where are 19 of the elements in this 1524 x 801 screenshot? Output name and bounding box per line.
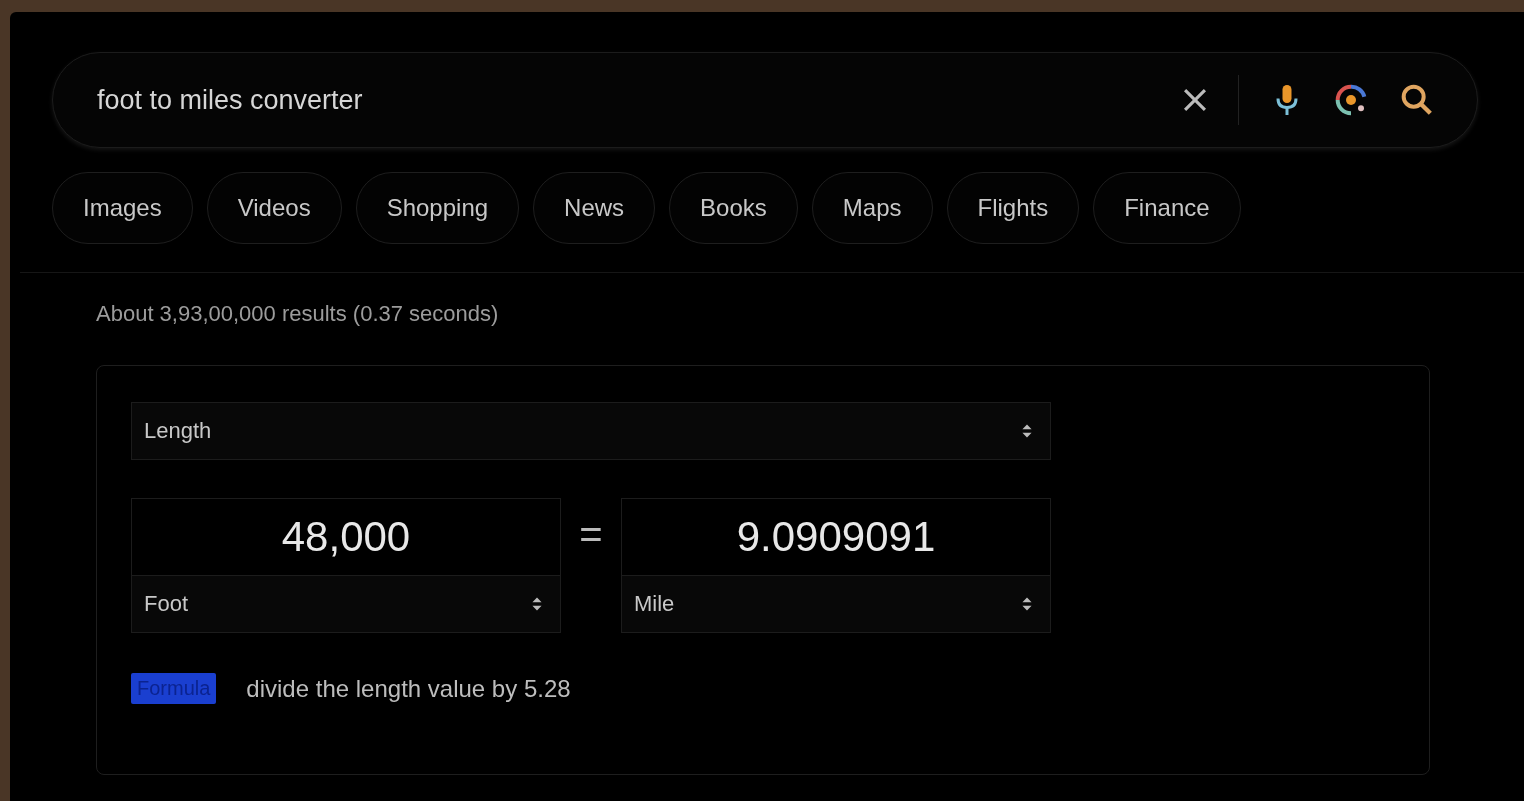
- tab-chip[interactable]: Books: [669, 172, 798, 244]
- tab-chip[interactable]: News: [533, 172, 656, 244]
- formula-text: divide the length value by 5.28: [246, 674, 571, 703]
- search-field[interactable]: foot to miles converter: [97, 84, 1152, 116]
- from-value-field[interactable]: 48,000: [131, 498, 561, 576]
- tab-chip[interactable]: Shopping: [355, 172, 520, 244]
- tab-chip[interactable]: Finance: [1093, 172, 1241, 244]
- tab-chip[interactable]: Maps: [811, 172, 933, 244]
- formula-label: Formula: [131, 673, 217, 704]
- unit-select[interactable]: Mile: [621, 576, 1051, 633]
- search-bar[interactable]: foot to miles converter: [52, 52, 1478, 148]
- to-value-field[interactable]: 9.0909091: [621, 498, 1051, 576]
- unit-select[interactable]: Foot: [131, 576, 561, 633]
- tab-chip[interactable]: Images: [52, 172, 193, 244]
- tab-chip[interactable]: Videos: [206, 172, 342, 244]
- results-count: About 3,93,00,000 results (0.37 seconds): [96, 301, 500, 327]
- quantity-select[interactable]: Length: [131, 402, 1051, 460]
- equals-sign: =: [578, 512, 604, 557]
- tab-chip[interactable]: Flights: [946, 172, 1080, 244]
